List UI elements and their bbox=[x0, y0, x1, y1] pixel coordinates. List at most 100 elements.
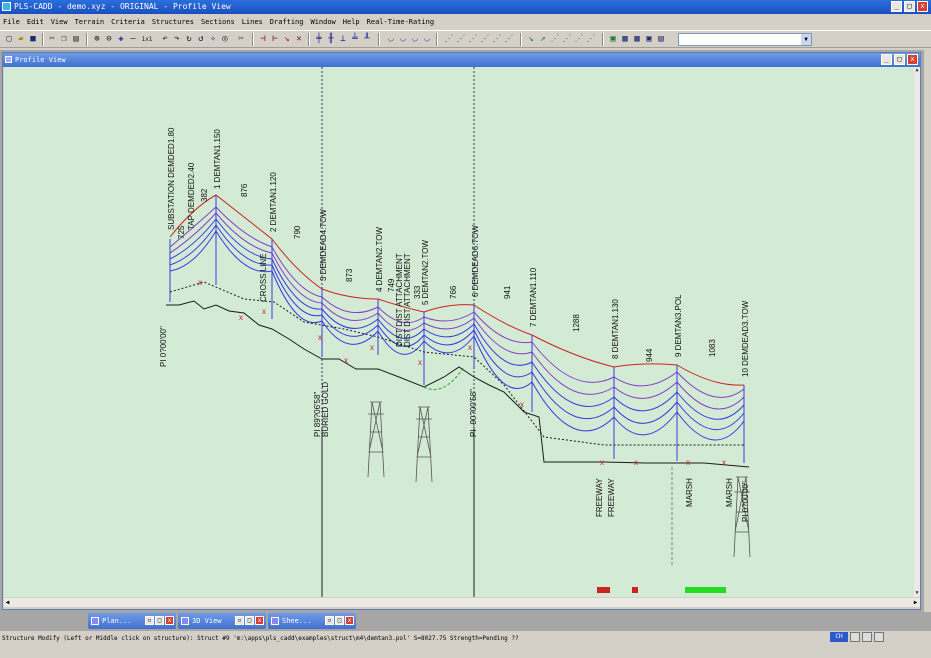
menu-edit[interactable]: Edit bbox=[24, 15, 48, 29]
crossing-label: MARSH bbox=[685, 478, 694, 507]
open-file-icon[interactable]: ▰ bbox=[16, 34, 26, 45]
section-tool-3-icon[interactable]: ⋰ bbox=[468, 34, 478, 45]
menu-terrain[interactable]: Terrain bbox=[72, 15, 109, 29]
zoom-out-icon[interactable]: ⊖ bbox=[104, 34, 114, 45]
close-button[interactable]: x bbox=[255, 616, 264, 625]
section-tool-4-icon[interactable]: ⋰ bbox=[480, 34, 490, 45]
minimized-sheet-view[interactable]: Shee... ▫ □ x bbox=[268, 613, 356, 629]
section-tool-5-icon[interactable]: ⋰ bbox=[492, 34, 502, 45]
terrain-tool-3-icon[interactable]: ↘ bbox=[282, 34, 292, 45]
cut-icon[interactable]: ✂ bbox=[47, 34, 57, 45]
section-tool-1-icon[interactable]: ⋰ bbox=[444, 34, 454, 45]
marker-x: x bbox=[239, 313, 243, 322]
menu-file[interactable]: File bbox=[0, 15, 24, 29]
structure-tool-1-icon[interactable]: ╪ bbox=[314, 34, 324, 45]
sag-tool-3-icon[interactable]: ◡ bbox=[410, 34, 420, 45]
close-button[interactable]: x bbox=[917, 1, 928, 12]
pointer-icon[interactable]: ✧ bbox=[208, 34, 218, 45]
structure-tool-5-icon[interactable]: ╨ bbox=[362, 34, 372, 45]
structure-label: 8 DEMTAN1.130 bbox=[611, 299, 620, 359]
draft-tool-5-icon[interactable]: ⋰ bbox=[574, 34, 584, 45]
target-icon[interactable]: ◎ bbox=[220, 34, 230, 45]
doc-close-button[interactable]: x bbox=[907, 54, 918, 65]
draft-tool-4-icon[interactable]: ⋰ bbox=[562, 34, 572, 45]
rotate-right-icon[interactable]: ↷ bbox=[172, 34, 182, 45]
maximize-button[interactable]: □ bbox=[335, 616, 344, 625]
pan-icon[interactable]: ✚ bbox=[116, 34, 126, 45]
terrain-tool-2-icon[interactable]: ⊢ bbox=[270, 34, 280, 45]
menu-view[interactable]: View bbox=[48, 15, 72, 29]
draft-tool-2-icon[interactable]: ↗ bbox=[538, 34, 548, 45]
draft-tool-3-icon[interactable]: ⋰ bbox=[550, 34, 560, 45]
grid-icon[interactable]: ▦ bbox=[632, 34, 642, 45]
draft-tool-1-icon[interactable]: ↘ bbox=[526, 34, 536, 45]
restore-button[interactable]: ▫ bbox=[235, 616, 244, 625]
scroll-right-icon[interactable]: ▶ bbox=[912, 598, 919, 607]
rotate-left-icon[interactable]: ↶ bbox=[160, 34, 170, 45]
paste-icon[interactable]: ▤ bbox=[71, 34, 81, 45]
command-search-input[interactable]: ▼ bbox=[678, 33, 812, 46]
table-icon[interactable]: ▦ bbox=[620, 34, 630, 45]
structure-tool-3-icon[interactable]: ⊥ bbox=[338, 34, 348, 45]
window-icon[interactable]: ▣ bbox=[644, 34, 654, 45]
scroll-up-icon[interactable]: ▲ bbox=[914, 67, 920, 74]
tray-menu-icon[interactable] bbox=[874, 632, 884, 642]
doc-maximize-button[interactable]: □ bbox=[894, 54, 905, 65]
report-icon[interactable]: ▣ bbox=[608, 34, 618, 45]
zoom-reset-icon[interactable]: 1x1 bbox=[140, 34, 154, 45]
menu-drafting[interactable]: Drafting bbox=[267, 15, 308, 29]
maximize-button[interactable]: □ bbox=[904, 1, 915, 12]
section-tool-2-icon[interactable]: ⋰ bbox=[456, 34, 466, 45]
vertical-scrollbar[interactable]: ▲ ▼ bbox=[914, 67, 920, 597]
refresh-icon[interactable]: ↻ bbox=[184, 34, 194, 45]
sag-tool-4-icon[interactable]: ◡ bbox=[422, 34, 432, 45]
doc-minimize-button[interactable]: _ bbox=[881, 54, 892, 65]
horizontal-scrollbar[interactable]: ◀ ▶ bbox=[4, 598, 920, 607]
minimized-plan-view[interactable]: Plan... ▫ □ x bbox=[88, 613, 176, 629]
zoom-dash-icon[interactable]: — bbox=[128, 34, 138, 45]
structure-tool-4-icon[interactable]: ╧ bbox=[350, 34, 360, 45]
new-file-icon[interactable]: ▢ bbox=[4, 34, 14, 45]
menu-sections[interactable]: Sections bbox=[198, 15, 239, 29]
menu-real-time-rating[interactable]: Real-Time-Rating bbox=[364, 15, 438, 29]
structure-label: 3 DEMDEAD4.TOW bbox=[319, 209, 328, 281]
scissor-tool-icon[interactable]: ✂ bbox=[236, 34, 246, 45]
redo-icon[interactable]: ↺ bbox=[196, 34, 206, 45]
minimized-3d-view[interactable]: 3D View ▫ □ x bbox=[178, 613, 266, 629]
crossing-label: MARSH bbox=[725, 478, 734, 507]
maximize-button[interactable]: □ bbox=[155, 616, 164, 625]
structure-tool-2-icon[interactable]: ╫ bbox=[326, 34, 336, 45]
menu-structures[interactable]: Structures bbox=[149, 15, 198, 29]
close-button[interactable]: x bbox=[165, 616, 174, 625]
menu-window[interactable]: Window bbox=[307, 15, 339, 29]
language-indicator[interactable]: CH bbox=[830, 632, 848, 642]
scroll-left-icon[interactable]: ◀ bbox=[4, 598, 11, 607]
zoom-in-icon[interactable]: ⊕ bbox=[92, 34, 102, 45]
help-icon[interactable] bbox=[862, 632, 872, 642]
span-label: 1083 bbox=[708, 339, 717, 357]
menu-lines[interactable]: Lines bbox=[239, 15, 267, 29]
menu-criteria[interactable]: Criteria bbox=[108, 15, 149, 29]
scroll-down-icon[interactable]: ▼ bbox=[914, 590, 920, 597]
section-tool-6-icon[interactable]: ⋰ bbox=[504, 34, 514, 45]
terrain-delete-icon[interactable]: ✕ bbox=[294, 34, 304, 45]
sag-tool-2-icon[interactable]: ◡ bbox=[398, 34, 408, 45]
minimize-button[interactable]: _ bbox=[891, 1, 902, 12]
print-icon[interactable]: ▤ bbox=[656, 34, 666, 45]
restore-button[interactable]: ▫ bbox=[325, 616, 334, 625]
structure-label: TAP DEMDED2.40 bbox=[187, 162, 196, 230]
marker-red-1 bbox=[597, 587, 610, 593]
menu-help[interactable]: Help bbox=[340, 15, 364, 29]
chevron-down-icon[interactable]: ▼ bbox=[801, 34, 811, 45]
sag-tool-1-icon[interactable]: ◡ bbox=[386, 34, 396, 45]
draft-tool-6-icon[interactable]: ⋰ bbox=[586, 34, 596, 45]
profile-drawing[interactable]: SUBSTATION DEMDED1.80 TAP DEMDED2.40 1 D… bbox=[4, 67, 916, 597]
terrain-tool-1-icon[interactable]: ⊣ bbox=[258, 34, 268, 45]
maximize-button[interactable]: □ bbox=[245, 616, 254, 625]
close-button[interactable]: x bbox=[345, 616, 354, 625]
tray-icon[interactable] bbox=[850, 632, 860, 642]
save-icon[interactable]: ■ bbox=[28, 34, 38, 45]
copy-icon[interactable]: ❐ bbox=[59, 34, 69, 45]
profile-canvas[interactable]: SUBSTATION DEMDED1.80 TAP DEMDED2.40 1 D… bbox=[4, 67, 916, 597]
restore-button[interactable]: ▫ bbox=[145, 616, 154, 625]
